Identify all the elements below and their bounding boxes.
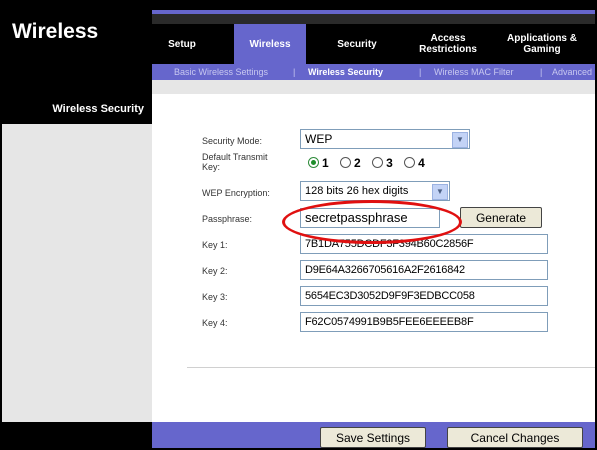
key-3-input[interactable]: 5654EC3D3052D9F9F3EDBCC058 <box>300 286 548 306</box>
page-title: Wireless <box>12 20 99 43</box>
radio-label: 4 <box>418 156 425 170</box>
sub-navigation: Basic Wireless Settings | Wireless Secur… <box>152 64 595 80</box>
subnav-wireless-mac-filter[interactable]: Wireless MAC Filter <box>434 67 514 77</box>
footer-left-block <box>2 422 152 448</box>
header-nav: Setup Wireless Security Access Restricti… <box>152 2 595 64</box>
radio-selected-icon[interactable] <box>308 157 319 169</box>
key-2-label: Key 2: <box>202 266 228 276</box>
divider <box>187 367 595 368</box>
tab-applications-gaming[interactable]: Applications & Gaming <box>502 24 582 64</box>
left-column-top <box>2 64 152 94</box>
passphrase-label: Passphrase: <box>202 214 253 224</box>
radio-key-2[interactable]: 2 <box>340 156 361 170</box>
subnav-advanced[interactable]: Advanced <box>552 67 592 77</box>
radio-key-4[interactable]: 4 <box>404 156 425 170</box>
generate-button[interactable]: Generate <box>460 207 542 228</box>
radio-key-3[interactable]: 3 <box>372 156 393 170</box>
wep-encryption-label: WEP Encryption: <box>202 188 270 198</box>
key-4-label: Key 4: <box>202 318 228 328</box>
radio-icon[interactable] <box>372 157 384 169</box>
radio-key-1[interactable]: 1 <box>308 156 329 170</box>
radio-icon[interactable] <box>404 157 416 169</box>
default-transmit-key-label: Default Transmit Key: <box>202 152 268 172</box>
wep-encryption-select[interactable]: 128 bits 26 hex digits <box>300 181 450 201</box>
subnav-wireless-security[interactable]: Wireless Security <box>308 67 383 77</box>
chevron-down-icon[interactable]: ▼ <box>452 132 468 148</box>
router-admin-window: Wireless Setup Wireless Security Access … <box>0 0 597 450</box>
subnav-basic-wireless-settings[interactable]: Basic Wireless Settings <box>174 67 268 77</box>
header-left-block: Wireless <box>2 2 152 64</box>
chevron-down-icon[interactable]: ▼ <box>432 184 448 200</box>
key-4-input[interactable]: F62C0574991B9B5FEE6EEEEB8F <box>300 312 548 332</box>
tab-security[interactable]: Security <box>324 24 390 64</box>
tab-access-restrictions[interactable]: Access Restrictions <box>410 24 486 64</box>
security-mode-select[interactable]: WEP <box>300 129 470 149</box>
tab-wireless[interactable]: Wireless <box>234 24 306 64</box>
content-top-strip <box>152 80 595 94</box>
radio-label: 1 <box>322 156 329 170</box>
key-1-label: Key 1: <box>202 240 228 250</box>
save-settings-button[interactable]: Save Settings <box>320 427 426 448</box>
header-strip <box>152 14 595 24</box>
cancel-changes-button[interactable]: Cancel Changes <box>447 427 583 448</box>
passphrase-input[interactable]: secretpassphrase <box>300 208 440 228</box>
subnav-separator: | <box>540 67 543 77</box>
radio-label: 2 <box>354 156 361 170</box>
subnav-separator: | <box>293 67 296 77</box>
section-label: Wireless Security <box>2 94 152 124</box>
tab-setup[interactable]: Setup <box>152 24 212 64</box>
key-1-input[interactable]: 7B1DA755DCDF3F394B60C2856F <box>300 234 548 254</box>
subnav-separator: | <box>419 67 422 77</box>
radio-icon[interactable] <box>340 157 352 169</box>
key-2-input[interactable]: D9E64A3266705616A2F2616842 <box>300 260 548 280</box>
default-key-radio-group: 1 2 3 4 <box>308 156 433 170</box>
security-mode-label: Security Mode: <box>202 136 263 146</box>
radio-label: 3 <box>386 156 393 170</box>
key-3-label: Key 3: <box>202 292 228 302</box>
